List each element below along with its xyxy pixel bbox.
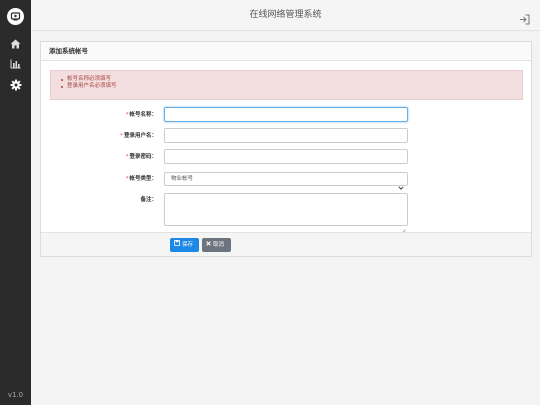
form-footer: 保存 取消 [41,232,531,256]
version-label: v1.0 [7,391,24,399]
chevron-down-icon [398,176,404,190]
account-name-label-text: 帐号名称： [129,112,157,118]
close-icon [206,238,211,252]
cancel-button[interactable]: 取消 [202,238,231,252]
logout-icon[interactable] [519,10,530,25]
cancel-label: 取消 [213,242,225,248]
password-label-text: 登录密码： [129,154,157,160]
account-type-label: *帐号类型： [75,175,157,183]
validation-alert: 帐号名称必须填写 登录用户名必须填写 [50,70,523,100]
save-button[interactable]: 保存 [170,238,199,252]
remark-textarea[interactable] [164,193,408,234]
resize-grip-icon[interactable] [401,219,406,234]
username-label-text: 登录用户名： [123,133,157,139]
top-bar: 在线网络管理系统 [31,0,540,31]
panel-title: 添加系统帐号 [41,42,531,61]
required-mark: * [120,133,123,139]
save-label: 保存 [182,242,194,248]
sidebar: v1.0 [0,0,31,405]
alert-list: 帐号名称必须填写 登录用户名必须填写 [51,71,522,90]
account-name-label: *帐号名称： [75,111,157,119]
username-input[interactable] [164,128,408,143]
account-type-label-text: 帐号类型： [129,176,157,182]
app-title: 在线网络管理系统 [249,10,322,20]
save-icon [174,238,180,252]
remark-label: 备注： [140,197,157,203]
username-label: *登录用户名： [75,132,157,140]
account-name-input[interactable] [164,107,408,122]
account-type-selected: 物业帐号 [171,176,194,182]
account-type-select[interactable]: 物业帐号 [164,172,408,190]
bar-chart-icon[interactable] [9,57,22,70]
logo-icon[interactable] [7,8,24,25]
add-account-panel: 添加系统帐号 帐号名称必须填写 登录用户名必须填写 *帐号名称： *登录用户名：… [40,41,532,257]
alert-message: 登录用户名必须填写 [61,83,522,90]
alert-message: 帐号名称必须填写 [61,76,522,83]
home-icon[interactable] [9,37,22,50]
gear-icon[interactable] [9,78,22,91]
password-label: *登录密码： [75,153,157,161]
password-input[interactable] [164,149,408,164]
